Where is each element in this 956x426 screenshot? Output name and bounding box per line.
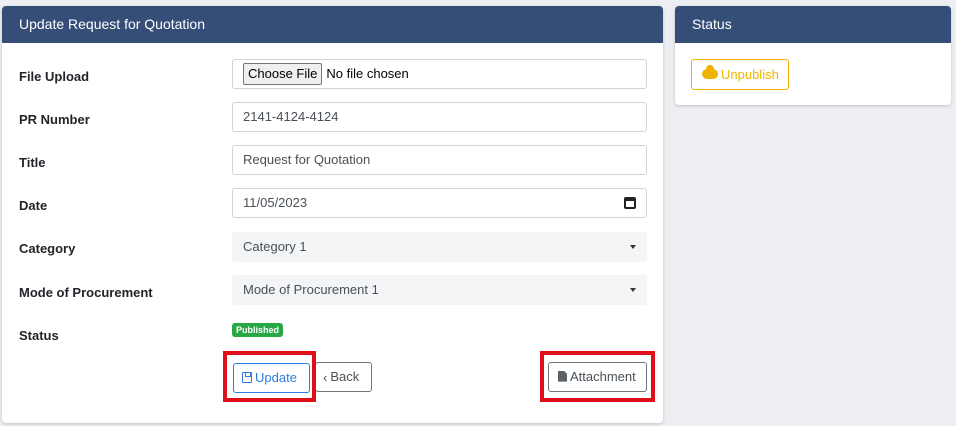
file-icon: [558, 370, 567, 382]
chevron-left-icon: ‹: [323, 370, 328, 386]
date-input[interactable]: 11/05/2023: [232, 188, 647, 218]
update-button-label: Update: [255, 370, 297, 385]
back-button[interactable]: ‹ Back: [315, 362, 372, 392]
date-value: 11/05/2023: [243, 195, 308, 210]
choose-file-button[interactable]: Choose File: [243, 63, 323, 85]
category-label: Category: [19, 241, 76, 256]
category-select[interactable]: Category 1: [232, 232, 647, 262]
unpublish-button[interactable]: Unpublish: [691, 59, 789, 90]
date-label: Date: [19, 198, 48, 213]
mode-of-procurement-value: Mode of Procurement 1: [243, 282, 379, 297]
attachment-button-label: Attachment: [570, 369, 636, 384]
update-rfq-card: Update Request for Quotation File Upload…: [2, 6, 663, 423]
attachment-button[interactable]: Attachment: [548, 362, 647, 392]
status-card: Status Unpublish: [675, 6, 951, 105]
unpublish-button-label: Unpublish: [721, 67, 779, 82]
file-upload-input[interactable]: Choose File No file chosen: [232, 59, 647, 89]
category-value: Category 1: [243, 239, 307, 254]
mode-of-procurement-label: Mode of Procurement: [19, 285, 153, 300]
status-label: Status: [19, 328, 59, 343]
mode-of-procurement-select[interactable]: Mode of Procurement 1: [232, 275, 647, 305]
file-upload-label: File Upload: [19, 69, 90, 84]
status-badge: Published: [232, 323, 284, 337]
card-title: Update Request for Quotation: [2, 6, 663, 43]
pr-number-label: PR Number: [19, 112, 90, 127]
save-icon: [242, 371, 252, 383]
pr-number-input[interactable]: 2141-4124-4124: [232, 102, 647, 132]
calendar-icon[interactable]: [624, 197, 636, 209]
back-button-label: Back: [330, 369, 360, 384]
title-label: Title: [19, 155, 46, 170]
update-button[interactable]: Update: [233, 363, 310, 393]
status-card-title: Status: [675, 6, 951, 43]
file-upload-status: No file chosen: [326, 66, 409, 81]
caret-down-icon: [630, 288, 636, 292]
cloud-icon: [702, 65, 718, 80]
title-input[interactable]: Request for Quotation: [232, 145, 647, 175]
caret-down-icon: [630, 245, 636, 249]
